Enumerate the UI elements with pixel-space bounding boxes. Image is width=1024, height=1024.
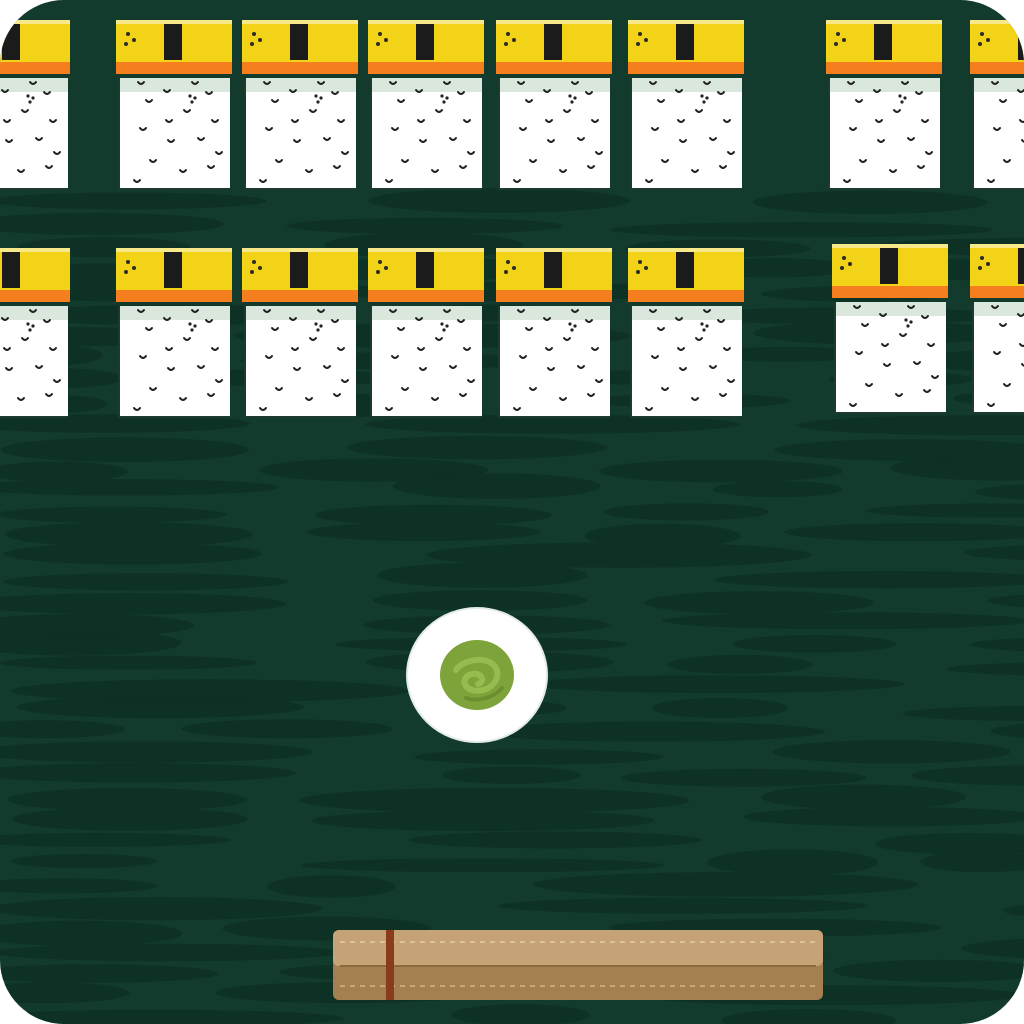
sushi-brick-icon <box>0 248 70 420</box>
sushi-brick-icon <box>826 20 942 192</box>
sushi-brick-icon <box>628 20 744 192</box>
sushi-brick-icon <box>368 20 484 192</box>
sushi-brick-icon <box>242 248 358 420</box>
sushi-brick-icon <box>496 20 612 192</box>
sushi-brick-icon <box>970 20 1024 192</box>
sushi-brick-icon <box>242 20 358 192</box>
sushi-brick-icon <box>368 248 484 420</box>
bamboo-paddle[interactable] <box>332 928 824 1002</box>
wasabi-ball-icon <box>406 606 548 744</box>
sushi-brick-icon <box>496 248 612 420</box>
sushi-brick-icon <box>116 20 232 192</box>
sushi-brick-icon <box>628 248 744 420</box>
sushi-brick-icon <box>0 20 70 192</box>
sushi-brick-icon <box>970 244 1024 416</box>
game-board[interactable] <box>0 0 1024 1024</box>
sushi-brick-icon <box>116 248 232 420</box>
sushi-brick-icon <box>832 244 948 416</box>
